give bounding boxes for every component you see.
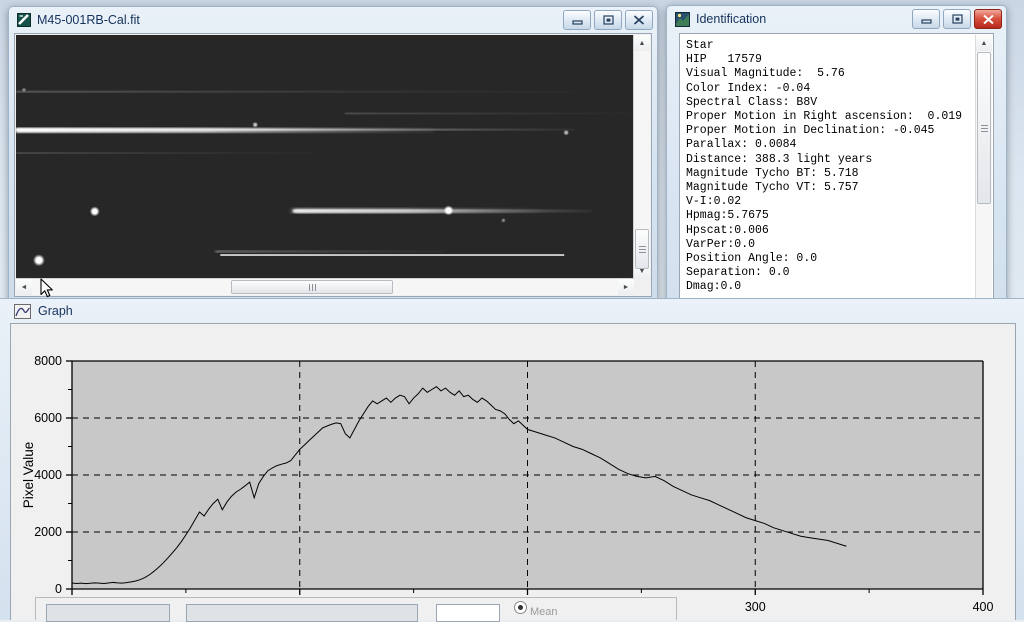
- image-client-area: ▲ ▼ ◄ ►: [14, 33, 652, 297]
- scroll-left-button[interactable]: ◄: [16, 279, 32, 295]
- graph-value-field[interactable]: [436, 604, 500, 622]
- spectrum-image: [16, 35, 634, 279]
- minimize-icon: [921, 15, 932, 24]
- horizontal-scroll-thumb[interactable]: [231, 280, 393, 294]
- identification-scroll-thumb[interactable]: [977, 52, 991, 204]
- restore-icon: [603, 15, 614, 25]
- graph-plot-container[interactable]: 020004000600080000100200300400Pixel Loca…: [10, 323, 1016, 620]
- minimize-button[interactable]: [563, 10, 591, 30]
- scroll-up-button[interactable]: ▲: [976, 35, 992, 51]
- fits-image-canvas[interactable]: [16, 35, 634, 279]
- graph-controls-bar[interactable]: Mean: [35, 597, 677, 620]
- graph-title-label: Graph: [38, 304, 73, 318]
- fits-image-icon: [17, 13, 31, 27]
- image-horizontal-scrollbar[interactable]: ◄ ►: [16, 278, 634, 295]
- identification-text-content: Star HIP 17579 Visual Magnitude: 5.76 Co…: [686, 39, 971, 337]
- y-tick-label: 0: [55, 582, 62, 596]
- scroll-right-button[interactable]: ►: [618, 279, 634, 295]
- id-minimize-button[interactable]: [912, 9, 940, 29]
- scrollbar-corner: [634, 279, 650, 295]
- x-tick-label: 300: [745, 600, 766, 614]
- id-restore-button[interactable]: [943, 9, 971, 29]
- close-icon: [633, 15, 645, 25]
- y-axis-label: Pixel Value: [21, 442, 36, 509]
- identification-title: Identification: [696, 12, 906, 26]
- graph-source-dropdown[interactable]: [46, 604, 170, 622]
- spectrum-plot[interactable]: 020004000600080000100200300400Pixel Loca…: [11, 324, 1017, 620]
- image-vertical-scrollbar[interactable]: ▲ ▼: [633, 35, 650, 279]
- image-window[interactable]: M45-001RB-Cal.fit: [8, 6, 658, 304]
- minimize-icon: [572, 16, 583, 25]
- identification-window-controls[interactable]: [912, 9, 1002, 29]
- id-close-button[interactable]: [974, 9, 1002, 29]
- graph-titlebar[interactable]: Graph: [0, 299, 1024, 323]
- restore-icon: [952, 14, 963, 24]
- star-chart-icon: [675, 12, 690, 27]
- mouse-cursor: [40, 278, 56, 300]
- scroll-up-button[interactable]: ▲: [634, 35, 650, 51]
- image-window-titlebar[interactable]: M45-001RB-Cal.fit: [9, 7, 657, 33]
- mean-radio-label: Mean: [530, 606, 558, 618]
- close-icon: [982, 14, 995, 25]
- restore-button[interactable]: [594, 10, 622, 30]
- y-tick-label: 8000: [34, 354, 62, 368]
- identification-titlebar[interactable]: Identification: [667, 6, 1006, 32]
- x-tick-label: 400: [973, 600, 994, 614]
- y-tick-label: 2000: [34, 525, 62, 539]
- image-window-title: M45-001RB-Cal.fit: [37, 13, 557, 27]
- graph-file-dropdown[interactable]: [186, 604, 418, 622]
- mean-radio-button[interactable]: [514, 601, 527, 614]
- vertical-scroll-thumb[interactable]: [635, 229, 649, 269]
- curve-graph-icon: [14, 304, 31, 319]
- y-tick-label: 6000: [34, 411, 62, 425]
- close-button[interactable]: [625, 10, 653, 30]
- y-tick-label: 4000: [34, 468, 62, 482]
- graph-window[interactable]: Graph 020004000600080000100200300400Pixe…: [0, 298, 1024, 620]
- image-window-controls[interactable]: [563, 10, 653, 30]
